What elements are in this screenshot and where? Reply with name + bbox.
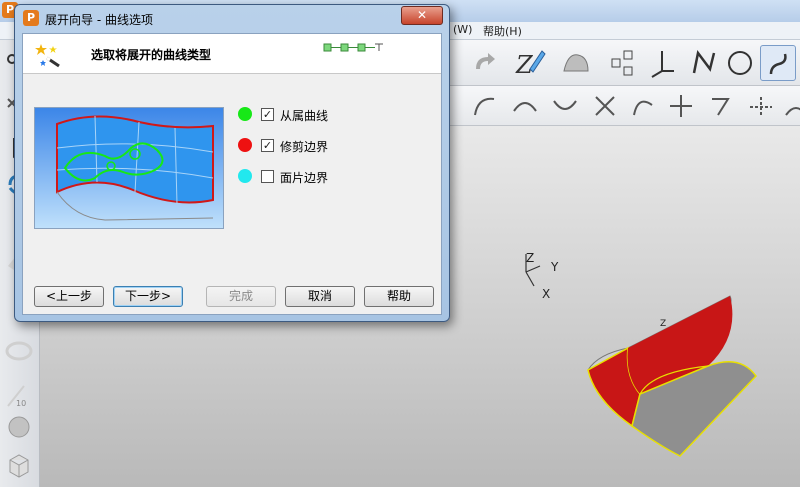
ghost-ellipse-icon[interactable] [4, 336, 34, 366]
curve-tool-9-icon[interactable] [780, 91, 800, 121]
line-tool-icon[interactable] [686, 45, 722, 81]
cancel-button[interactable]: 取消 [285, 286, 355, 307]
circle-tool-icon[interactable] [722, 45, 758, 81]
option-label: 从属曲线 [280, 109, 329, 123]
checkbox-trim-boundary[interactable]: ✓ [261, 139, 274, 152]
sketch-pen-icon[interactable]: Z [512, 45, 548, 81]
model-axis-label: Z [660, 319, 666, 329]
curve-tool-8-icon[interactable] [746, 91, 776, 121]
curve-tool-4-icon[interactable] [590, 91, 620, 121]
dialog-client-area: 选取将展开的曲线类型 ✓ 从属曲线 ✓ 修剪边界 面片边界 <上一步 下一步> … [22, 33, 442, 315]
back-button[interactable]: <上一步 [34, 286, 104, 307]
redo-icon[interactable] [466, 45, 502, 81]
unfold-wizard-dialog: P 展开向导 - 曲线选项 ✕ 选取将展开的曲线类型 ✓ 从属曲线 ✓ 修剪边界… [14, 4, 450, 322]
ghost-measure-icon[interactable]: 10 [4, 380, 34, 410]
axis-triad: Z Y X [525, 251, 559, 301]
step-progress-icon [323, 43, 383, 52]
curve-tool-7-icon[interactable] [706, 91, 736, 121]
svg-text:10: 10 [16, 399, 26, 408]
surface-icon[interactable] [558, 45, 594, 81]
spline-tool-icon[interactable] [760, 45, 796, 81]
curve-tool-2-icon[interactable] [510, 91, 540, 121]
finish-button[interactable]: 完成 [206, 286, 276, 307]
option-row-trim-boundary: ✓ 修剪边界 [238, 137, 418, 155]
help-button[interactable]: 帮助 [364, 286, 434, 307]
close-button[interactable]: ✕ [401, 6, 443, 25]
next-button[interactable]: 下一步> [113, 286, 183, 307]
axis-y-label: Y [550, 260, 559, 274]
points-icon[interactable] [604, 45, 640, 81]
wand-stars-icon [35, 44, 60, 68]
red-dot-icon [238, 138, 252, 152]
checkbox-dependent-curves[interactable]: ✓ [261, 108, 274, 121]
option-label: 面片边界 [280, 171, 329, 185]
curve-tool-6-icon[interactable] [666, 91, 696, 121]
option-label: 修剪边界 [280, 140, 329, 154]
axes-icon[interactable] [644, 45, 680, 81]
dialog-app-icon: P [23, 10, 39, 26]
dialog-title: 展开向导 - 曲线选项 [45, 13, 153, 27]
curve-tool-1-icon[interactable] [470, 91, 500, 121]
step-heading: 选取将展开的曲线类型 [91, 48, 212, 62]
curve-tool-3-icon[interactable] [550, 91, 580, 121]
cyan-dot-icon [238, 169, 252, 183]
option-row-dependent-curves: ✓ 从属曲线 [238, 106, 418, 124]
wizard-header: 选取将展开的曲线类型 [23, 34, 441, 74]
axis-z-label: Z [526, 251, 534, 265]
model-surface[interactable]: Z [587, 295, 757, 457]
green-dot-icon [238, 107, 252, 121]
axis-x-label: X [542, 287, 550, 301]
sphere-icon[interactable] [4, 412, 34, 442]
preview-image [34, 107, 224, 229]
svg-text:Z: Z [515, 51, 534, 79]
surface-preview-graphic [56, 115, 214, 221]
option-row-patch-boundary: 面片边界 [238, 168, 418, 186]
menu-window[interactable]: (W) [453, 23, 472, 36]
cube-icon[interactable] [4, 450, 34, 480]
curve-tool-5-icon[interactable] [628, 91, 658, 121]
checkbox-patch-boundary[interactable] [261, 170, 274, 183]
menu-help[interactable]: 帮助(H) [483, 23, 522, 39]
